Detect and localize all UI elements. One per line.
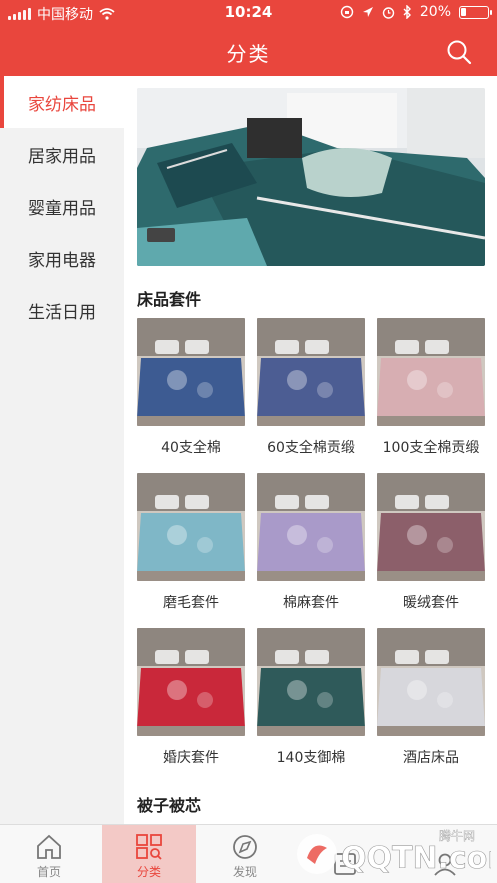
watermark-logo: QQTN.com 腾牛网 [297,828,491,876]
product-card[interactable]: 酒店床品 [377,628,485,767]
tab-label: 分类 [136,865,161,879]
watermark-sub: 腾牛网 [439,828,475,843]
product-card[interactable]: 60支全棉贡缎 [257,318,365,457]
product-card[interactable]: 100支全棉贡缎 [377,318,485,457]
product-label: 60支全棉贡缎 [267,440,355,456]
location-icon [362,7,373,17]
product-image [377,473,485,581]
top-bar: 中国移动 10:24 20% 分类 [0,0,497,76]
section-title-bedding-sets: 床品套件 [137,290,202,309]
product-card[interactable]: 婚庆套件 [137,628,245,767]
product-label: 140支御棉 [276,750,346,766]
product-image [137,473,245,581]
product-image [137,628,245,736]
category-content: 床品套件 40支全棉 60支全棉贡缎 100支全棉贡缎磨毛套件 棉麻套件 暖绒套件婚庆套… [124,76,497,824]
sidebar-item-bedding[interactable]: 家纺床品 [0,76,124,128]
sidebar-item-baby[interactable]: 婴童用品 [0,180,124,232]
product-label: 棉麻套件 [283,595,339,611]
alarm-icon [382,6,395,19]
sidebar-item-daily-use[interactable]: 生活日用 [0,284,124,336]
sidebar-item-label: 生活日用 [28,302,96,323]
battery-icon [459,5,492,19]
sidebar-item-home-goods[interactable]: 居家用品 [0,128,124,180]
product-card[interactable]: 磨毛套件 [137,473,245,612]
search-icon[interactable] [445,38,473,66]
home-icon [37,834,61,859]
section-title-quilts: 被子被芯 [137,796,202,815]
sidebar-item-label: 家用电器 [28,250,96,271]
status-bar: 中国移动 10:24 20% [0,0,497,26]
product-image [377,318,485,426]
sidebar-item-label: 婴童用品 [28,198,96,219]
product-label: 100支全棉贡缎 [382,440,480,456]
sidebar-item-label: 居家用品 [28,146,96,167]
product-card[interactable]: 暖绒套件 [377,473,485,612]
product-image [137,318,245,426]
product-image [257,473,365,581]
product-card[interactable]: 40支全棉 [137,318,245,457]
page-title: 分类 [226,42,271,66]
product-image [257,318,365,426]
bluetooth-icon [403,5,411,19]
tab-home[interactable]: 首页 [2,825,96,883]
watermark-text: QQTN.com [341,841,491,876]
category-grid-icon [136,834,162,860]
tab-category[interactable]: 分类 [102,825,196,883]
tab-label: 发现 [232,865,257,879]
sidebar-item-appliances[interactable]: 家用电器 [0,232,124,284]
product-card[interactable]: 140支御棉 [257,628,365,767]
rotation-lock-icon [340,5,354,19]
tab-discover[interactable]: 发现 [198,825,292,883]
banner-image[interactable] [137,88,485,266]
product-label: 婚庆套件 [163,750,219,766]
battery-percent: 20% [419,4,451,20]
discover-icon [233,835,257,859]
tab-label: 首页 [36,865,61,879]
product-label: 40支全棉 [161,440,221,456]
product-label: 磨毛套件 [163,595,219,611]
product-card[interactable]: 棉麻套件 [257,473,365,612]
product-label: 酒店床品 [403,750,459,766]
product-image [377,628,485,736]
category-sidebar: 家纺床品 居家用品 婴童用品 家用电器 生活日用 [0,76,124,824]
sidebar-item-label: 家纺床品 [28,94,96,115]
product-image [257,628,365,736]
product-label: 暖绒套件 [403,595,459,611]
